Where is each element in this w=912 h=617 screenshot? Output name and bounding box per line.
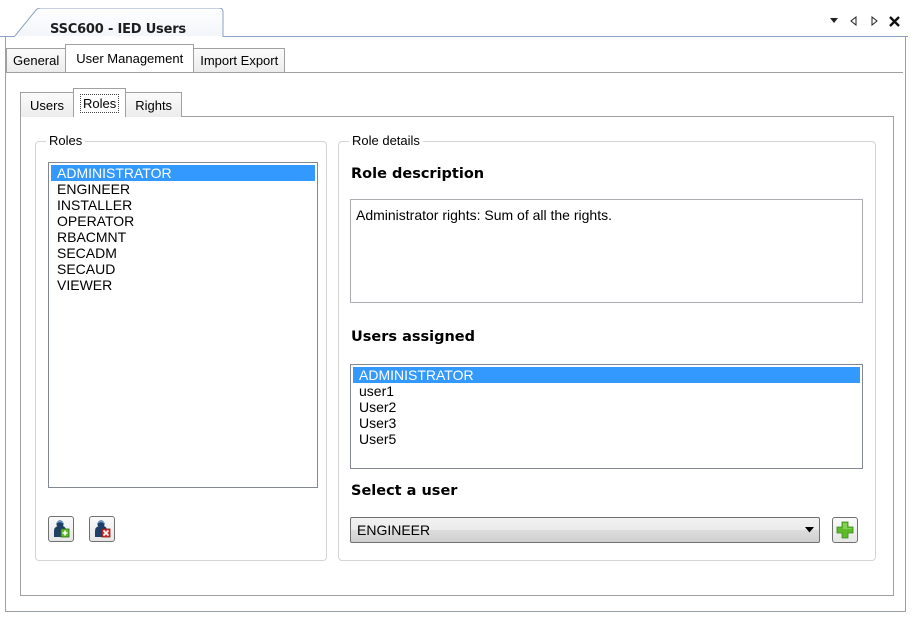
plus-icon: [836, 521, 854, 539]
add-user-button[interactable]: [832, 517, 858, 543]
chevron-down-icon: [799, 518, 819, 542]
select-user-value: ENGINEER: [357, 522, 431, 538]
document-tab-label: SSC600 - IED Users: [50, 22, 186, 37]
remove-role-icon: [95, 520, 111, 538]
list-item[interactable]: ADMINISTRATOR: [51, 165, 315, 181]
ied-users-window: SSC600 - IED Users General User Manageme…: [0, 0, 912, 617]
scroll-right-icon[interactable]: [868, 14, 880, 28]
close-icon[interactable]: [888, 14, 900, 28]
tab-roles-label: Roles: [79, 93, 120, 113]
role-details-group-title: Role details: [349, 133, 423, 148]
tab-import-export[interactable]: Import Export: [193, 48, 286, 72]
role-description-heading: Role description: [351, 166, 485, 182]
add-role-button[interactable]: [48, 516, 74, 542]
list-item[interactable]: ADMINISTRATOR: [353, 367, 860, 383]
dropdown-arrow-icon[interactable]: [828, 14, 840, 28]
users-assigned-heading: Users assigned: [351, 329, 476, 345]
select-user-dropdown[interactable]: ENGINEER: [350, 517, 820, 543]
list-item[interactable]: User2: [353, 399, 860, 415]
scroll-left-icon[interactable]: [848, 14, 860, 28]
list-item[interactable]: VIEWER: [51, 277, 315, 293]
tab-rights[interactable]: Rights: [125, 92, 183, 117]
tab-user-management[interactable]: User Management: [65, 44, 195, 72]
document-controls: [828, 14, 900, 28]
list-item[interactable]: RBACMNT: [51, 229, 315, 245]
tab-roles[interactable]: Roles: [72, 88, 127, 117]
select-user-heading: Select a user: [351, 483, 458, 499]
list-item[interactable]: SECADM: [51, 245, 315, 261]
list-item[interactable]: OPERATOR: [51, 213, 315, 229]
list-item[interactable]: User5: [353, 431, 860, 447]
role-description-textbox[interactable]: Administrator rights: Sum of all the rig…: [350, 199, 863, 303]
tab-general[interactable]: General: [6, 48, 67, 72]
remove-role-button[interactable]: [89, 516, 115, 542]
document-tab[interactable]: SSC600 - IED Users: [14, 8, 224, 38]
list-item[interactable]: INSTALLER: [51, 197, 315, 213]
tab-users[interactable]: Users: [20, 92, 74, 117]
roles-group-title: Roles: [46, 133, 86, 148]
main-tabs-divider: [6, 72, 903, 73]
add-role-icon: [54, 520, 70, 538]
list-item[interactable]: user1: [353, 383, 860, 399]
roles-listbox[interactable]: ADMINISTRATOR ENGINEER INSTALLER OPERATO…: [48, 162, 318, 488]
list-item[interactable]: SECAUD: [51, 261, 315, 277]
sub-tabs: Users Roles Rights: [20, 88, 183, 117]
list-item[interactable]: ENGINEER: [51, 181, 315, 197]
list-item[interactable]: User3: [353, 415, 860, 431]
main-tabs: General User Management Import Export: [6, 44, 286, 72]
users-assigned-listbox[interactable]: ADMINISTRATOR user1 User2 User3 User5: [350, 364, 863, 469]
